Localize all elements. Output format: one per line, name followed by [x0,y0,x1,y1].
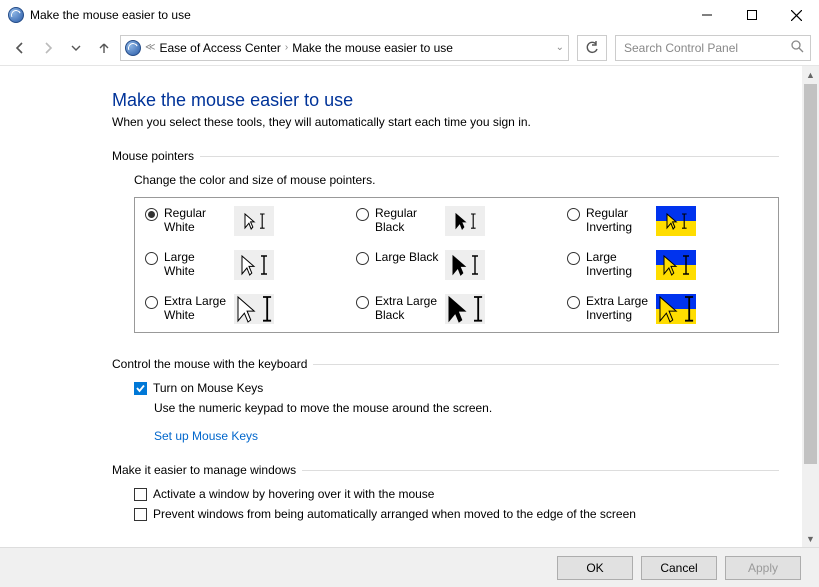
pointer-option-0[interactable]: Regular White [145,206,346,236]
pointer-label-4: Large Black [375,250,439,264]
prevent-arrange-checkbox-row[interactable]: Prevent windows from being automatically… [134,507,779,521]
content: Make the mouse easier to use When you se… [0,66,819,537]
pointer-option-1[interactable]: Regular Black [356,206,557,236]
pointer-preview-4 [445,250,485,280]
hover-activate-checkbox-row[interactable]: Activate a window by hovering over it wi… [134,487,779,501]
scroll-down-icon[interactable]: ▼ [802,530,819,547]
titlebar: Make the mouse easier to use [0,0,819,30]
pointer-label-3: Large White [164,250,228,279]
pointer-option-4[interactable]: Large Black [356,250,557,280]
pointer-label-2: Regular Inverting [586,206,650,235]
group-mouse-pointers: Mouse pointers [112,149,779,163]
address-bar[interactable]: ≪ Ease of Access Center › Make the mouse… [120,35,569,61]
address-dropdown-icon[interactable]: ⌄ [556,42,564,53]
prevent-arrange-checkbox[interactable] [134,508,147,521]
pointer-radio-7[interactable] [356,296,369,309]
breadcrumb-sep-icon: › [285,42,288,53]
group-mouse-pointers-desc: Change the color and size of mouse point… [134,173,779,187]
pointer-option-2[interactable]: Regular Inverting [567,206,768,236]
minimize-button[interactable] [684,0,729,30]
hover-activate-checkbox[interactable] [134,488,147,501]
pointer-option-7[interactable]: Extra Large Black [356,294,557,324]
pointer-label-8: Extra Large Inverting [586,294,650,323]
mouse-keys-label: Turn on Mouse Keys [153,381,263,395]
pointer-radio-1[interactable] [356,208,369,221]
navbar: ≪ Ease of Access Center › Make the mouse… [0,30,819,66]
search-input[interactable] [622,40,791,56]
pointer-option-8[interactable]: Extra Large Inverting [567,294,768,324]
pointer-radio-4[interactable] [356,252,369,265]
nav-recent-dropdown[interactable] [64,36,88,60]
scrollbar-thumb[interactable] [804,84,817,464]
pointer-option-6[interactable]: Extra Large White [145,294,346,324]
setup-mouse-keys-link[interactable]: Set up Mouse Keys [154,429,779,443]
pointer-label-0: Regular White [164,206,228,235]
pointer-radio-6[interactable] [145,296,158,309]
breadcrumb-0[interactable]: Ease of Access Center [159,41,280,55]
mouse-keys-checkbox-row[interactable]: Turn on Mouse Keys [134,381,779,395]
group-manage-windows: Make it easier to manage windows [112,463,779,477]
pointer-preview-6 [234,294,274,324]
pointer-radio-3[interactable] [145,252,158,265]
refresh-button[interactable] [577,35,607,61]
pointer-preview-0 [234,206,274,236]
ok-button[interactable]: OK [557,556,633,580]
window-title: Make the mouse easier to use [30,8,191,22]
pointer-label-6: Extra Large White [164,294,228,323]
breadcrumb-1[interactable]: Make the mouse easier to use [292,41,453,55]
nav-back-button[interactable] [8,36,32,60]
app-icon [8,7,24,23]
pointer-preview-1 [445,206,485,236]
pointer-option-3[interactable]: Large White [145,250,346,280]
pointer-radio-8[interactable] [567,296,580,309]
nav-forward-button[interactable] [36,36,60,60]
cancel-button[interactable]: Cancel [641,556,717,580]
vertical-scrollbar[interactable]: ▲ ▼ [802,66,819,547]
pointer-label-5: Large Inverting [586,250,650,279]
close-button[interactable] [774,0,819,30]
mouse-keys-checkbox[interactable] [134,382,147,395]
group-keyboard-mouse: Control the mouse with the keyboard [112,357,779,371]
hover-activate-label: Activate a window by hovering over it wi… [153,487,434,501]
pointer-radio-5[interactable] [567,252,580,265]
scroll-up-icon[interactable]: ▲ [802,66,819,83]
apply-button[interactable]: Apply [725,556,801,580]
pointer-label-7: Extra Large Black [375,294,439,323]
pointer-preview-3 [234,250,274,280]
pointer-radio-2[interactable] [567,208,580,221]
nav-up-button[interactable] [92,36,116,60]
page-title: Make the mouse easier to use [112,90,779,111]
mouse-keys-helper: Use the numeric keypad to move the mouse… [154,401,779,415]
pointer-label-1: Regular Black [375,206,439,235]
pointer-preview-5 [656,250,696,280]
footer: OK Cancel Apply [0,547,819,587]
address-prefix-icon: ≪ [145,42,155,53]
search-box[interactable] [615,35,811,61]
maximize-button[interactable] [729,0,774,30]
pointer-option-5[interactable]: Large Inverting [567,250,768,280]
pointer-preview-2 [656,206,696,236]
search-icon [791,40,804,56]
pointer-radio-0[interactable] [145,208,158,221]
address-icon [125,40,141,56]
prevent-arrange-label: Prevent windows from being automatically… [153,507,636,521]
page-subtitle: When you select these tools, they will a… [112,115,779,129]
pointer-preview-7 [445,294,485,324]
pointer-preview-8 [656,294,696,324]
pointer-options-grid: Regular White Regular Black Regular Inve… [134,197,779,333]
